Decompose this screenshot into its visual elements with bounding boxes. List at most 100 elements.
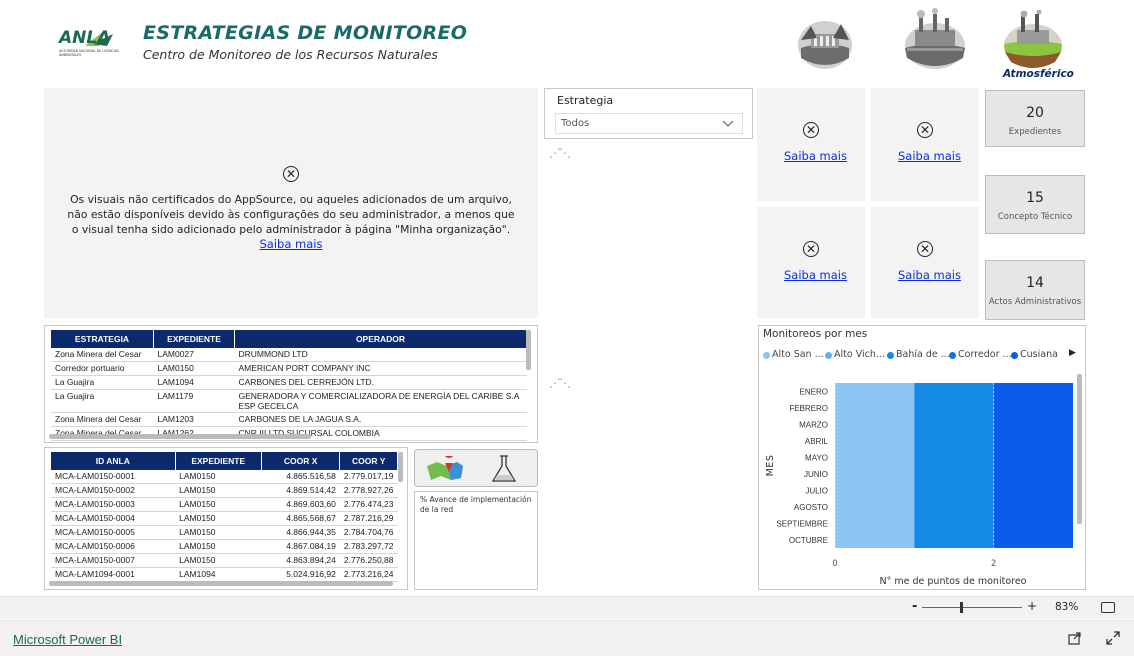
table-row[interactable]: MCA-LAM0150-0005 LAM0150 4.866.944,35 2.784… (51, 525, 398, 540)
x-tick-label: 2 (991, 559, 996, 569)
chart-bar (835, 416, 915, 433)
table-cell: 2.776.474,23 (339, 497, 398, 512)
chart-bar (914, 416, 994, 433)
legend-item[interactable]: Corredor ... (958, 349, 1012, 360)
chart-bar (993, 449, 1073, 466)
table-row[interactable]: MCA-LAM0150-0006 LAM0150 4.867.084,19 2.783… (51, 539, 398, 554)
table-row[interactable]: MCA-LAM1094-0001 LAM1094 5.024.916,92 2.773… (51, 567, 398, 582)
footer: Microsoft Power BI (0, 620, 1134, 656)
notice-learn-more-link[interactable]: Saiba mais (260, 237, 323, 251)
table-cell: 2.773.216,24 (339, 567, 398, 582)
table-cell: 4.865.568,67 (261, 511, 340, 526)
table-row[interactable]: MCA-LAM0150-0003 LAM0150 4.869.603,60 2.776… (51, 497, 398, 512)
learn-more-link[interactable]: Saiba mais (898, 268, 961, 282)
learn-more-link[interactable]: Saiba mais (784, 149, 847, 163)
legend-next-arrow-icon[interactable]: ▶ (1069, 348, 1076, 358)
table-row[interactable]: Zona Minera del Cesar LAM0027 DRUMMOND LTD (51, 348, 527, 362)
chevron-down-icon (722, 120, 734, 127)
chart-bar (914, 465, 994, 482)
column-header[interactable]: COOR X (261, 452, 341, 470)
table-row[interactable]: MCA-LAM0150-0002 LAM0150 4.869.514,42 2.778… (51, 483, 398, 498)
horizontal-scrollbar[interactable] (49, 581, 393, 586)
table-row[interactable]: Corredor portuario LAM0150 AMERICAN PORT C… (51, 361, 527, 376)
table-row[interactable]: La Guajira LAM1179 GENERADORA Y COMERCIALI… (51, 389, 527, 413)
chart-bar (993, 498, 1073, 515)
zoom-level: 83% (1055, 601, 1079, 613)
industry-category-button[interactable] (903, 8, 967, 70)
x-tick-label: 0 (832, 559, 837, 569)
table-cell: MCA-LAM0150-0005 (51, 525, 176, 540)
loading-spinner-icon: ⋰⋱ (549, 146, 571, 160)
zoom-slider[interactable] (922, 607, 1022, 608)
zoom-out-button[interactable]: - (912, 599, 917, 614)
table-cell: MCA-LAM0150-0003 (51, 497, 176, 512)
uncertified-visual-small-1: ✕ Saiba mais (757, 88, 865, 201)
table-row[interactable]: MCA-LAM0150-0007 LAM0150 4.863.894,24 2.776… (51, 553, 398, 568)
chart-bar (835, 449, 915, 466)
table-cell: LAM0150 (175, 470, 262, 484)
table-cell: Zona Minera del Cesar (51, 412, 154, 427)
learn-more-link[interactable]: Saiba mais (898, 149, 961, 163)
horizontal-scrollbar[interactable] (49, 434, 311, 439)
legend-marker (1011, 352, 1018, 359)
page-subtitle: Centro de Monitoreo de los Recursos Natu… (143, 47, 438, 62)
share-icon[interactable] (1068, 631, 1082, 645)
zoom-in-button[interactable]: + (1027, 599, 1037, 613)
zoom-slider-thumb[interactable] (960, 602, 963, 613)
chart-bar (835, 531, 915, 548)
error-icon: ✕ (917, 241, 933, 257)
coordinates-table-visual: ID ANLA EXPEDIENTE COOR X COOR Y MCA-LAM… (44, 447, 408, 590)
kpi-value: 20 (1026, 105, 1044, 121)
column-header[interactable]: COOR Y (339, 452, 398, 470)
table-cell: 2.787.216,29 (339, 511, 398, 526)
legend-marker (949, 352, 956, 359)
table-cell: CARBONES DE LA JAGUA S.A. (234, 412, 527, 427)
legend-item[interactable]: Cusiana (1020, 349, 1058, 360)
table-row[interactable]: MCA-LAM0150-0004 LAM0150 4.865.568,67 2.787… (51, 511, 398, 526)
operator-table-visual: ESTRATEGIA EXPEDIENTE OPERADOR Zona Mine… (44, 325, 538, 443)
table-cell: MCA-LAM1094-0001 (51, 567, 176, 582)
column-header[interactable]: ID ANLA (51, 452, 176, 470)
map-pin-icon[interactable] (425, 456, 465, 482)
column-header[interactable]: EXPEDIENTE (175, 452, 262, 470)
power-bi-brand-link[interactable]: Microsoft Power BI (13, 632, 122, 647)
learn-more-link[interactable]: Saiba mais (784, 268, 847, 282)
strategy-dropdown[interactable]: Todos (555, 113, 743, 134)
table-cell: MCA-LAM0150-0004 (51, 511, 176, 526)
table-cell: LAM0150 (175, 553, 262, 568)
lab-flask-icon[interactable] (489, 453, 519, 485)
fullscreen-icon[interactable] (1106, 631, 1120, 645)
column-header[interactable]: EXPEDIENTE (153, 330, 235, 348)
chart-bar (835, 399, 915, 416)
kpi-card-actos: 14 Actos Administrativos (985, 260, 1085, 320)
table-cell: La Guajira (51, 389, 154, 413)
legend-item[interactable]: Bahía de ... (896, 349, 950, 360)
legend-item[interactable]: Alto San ... (772, 349, 824, 360)
atmospheric-category-button[interactable]: Atmosférico (1003, 9, 1074, 80)
table-cell: LAM1203 (153, 412, 235, 427)
uncertified-visual-small-4: ✕ Saiba mais (871, 207, 979, 318)
y-tick-label: FEBRERO (789, 404, 828, 413)
vertical-scrollbar[interactable] (526, 330, 531, 370)
uncertified-visual-panel: ✕ Os visuais não certificados do AppSour… (44, 88, 538, 318)
table-cell: Zona Minera del Cesar (51, 348, 154, 362)
page-title: ESTRATEGIAS DE MONITOREO (143, 22, 468, 44)
table-cell: 2.779.017,19 (339, 470, 398, 484)
table-row[interactable]: Zona Minera del Cesar LAM1203 CARBONES DE … (51, 412, 527, 427)
table-cell: MCA-LAM0150-0002 (51, 483, 176, 498)
column-header[interactable]: OPERADOR (234, 330, 527, 348)
vertical-scrollbar[interactable] (398, 452, 403, 482)
chart-bar (993, 383, 1073, 400)
table-cell: CARBONES DEL CERREJÓN LTD. (234, 375, 527, 390)
column-header[interactable]: ESTRATEGIA (51, 330, 154, 348)
table-row[interactable]: MCA-LAM0150-0001 LAM0150 4.865.516,58 2.779… (51, 470, 398, 484)
y-tick-label: ENERO (800, 387, 828, 396)
legend-marker (825, 352, 832, 359)
table-row[interactable]: La Guajira LAM1094 CARBONES DEL CERREJÓN L… (51, 375, 527, 390)
y-tick-label: SEPTIEMBRE (776, 519, 828, 528)
fit-to-page-icon[interactable] (1101, 602, 1115, 613)
legend-item[interactable]: Alto Vich... (834, 349, 885, 360)
table-cell: LAM1179 (153, 389, 235, 413)
map-lab-button-group (414, 449, 538, 487)
hydro-category-button[interactable] (797, 10, 853, 70)
